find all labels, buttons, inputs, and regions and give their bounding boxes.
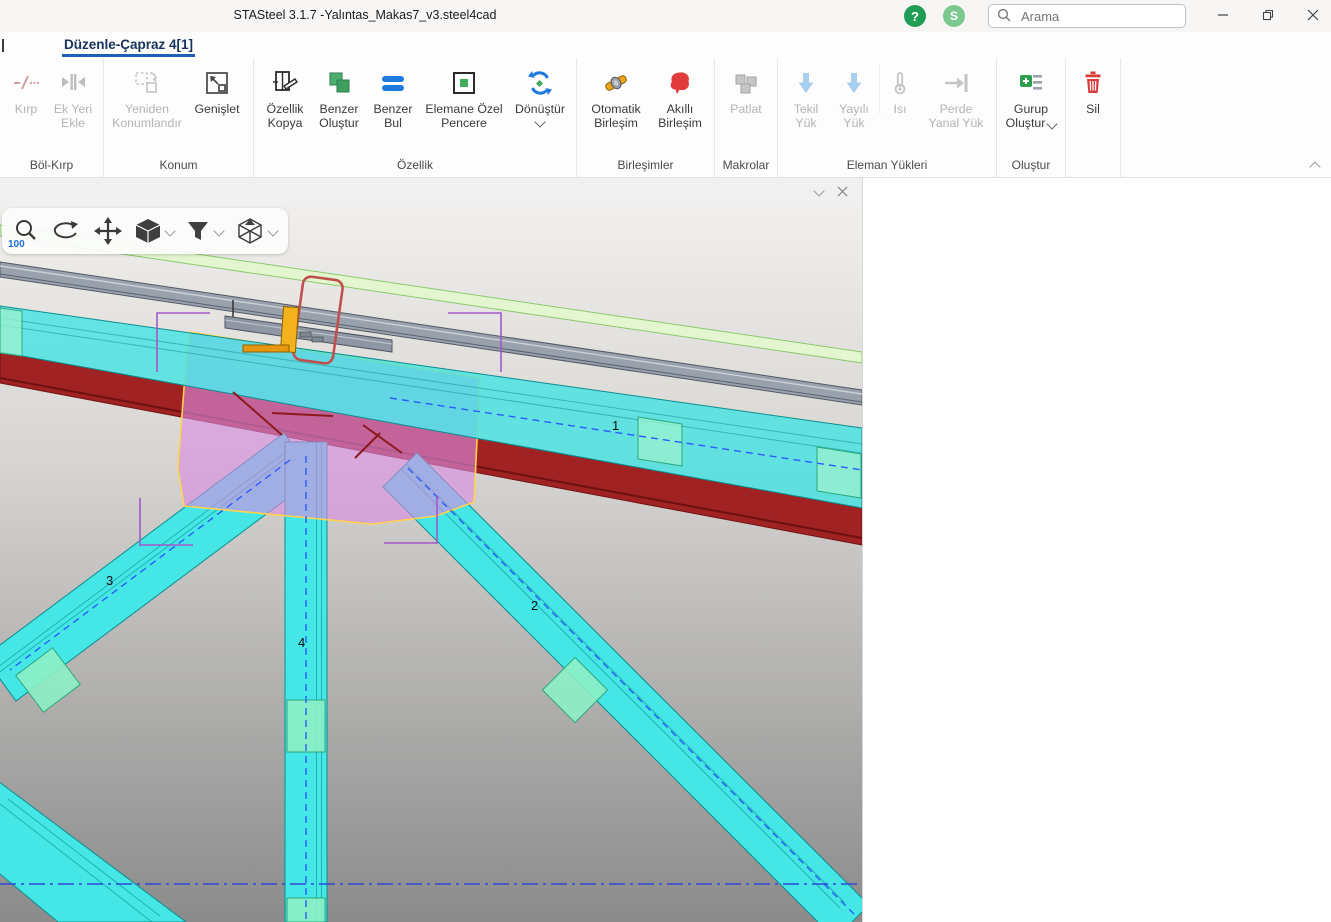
tab-row: Düzenle-Çapraz 4[1] (0, 32, 1331, 58)
viewport-pane: 1 2 3 4 100 (0, 178, 862, 922)
ribbon-collapse-icon[interactable] (1309, 161, 1320, 172)
group-create-icon (1017, 67, 1045, 99)
point-load-arrow-icon (792, 67, 820, 99)
chevron-down-icon (213, 225, 224, 236)
property-copy-icon (271, 67, 299, 99)
help-icon: ? (911, 9, 919, 24)
ribbon-group-konum: Yeniden Konumlandır Genişlet Konum (104, 58, 254, 177)
otomatik-birlesim-button[interactable]: Otomatik Birleşim (582, 62, 650, 130)
properties-panel: Çapraz 4 ID:12399 26 Ara Çapraz Levhası (862, 178, 1331, 922)
ozellik-kopya-button[interactable]: Özellik Kopya (259, 62, 311, 130)
3d-canvas[interactable]: 1 2 3 4 100 (0, 204, 862, 922)
yayili-yuk-button[interactable]: Yayılı Yük (830, 62, 878, 130)
element-window-icon (450, 67, 478, 99)
ribbon-group-ozellik: Özellik Kopya Benzer Oluştur Benzer Bul … (254, 58, 577, 177)
explode-icon (732, 67, 760, 99)
ribbon-group-bol-kirp: Kırp Ek Yeri Ekle Böl-Kırp (0, 58, 104, 177)
ribbon-group-birlesimler: Otomatik Birleşim Akıllı Birleşim Birleş… (577, 58, 715, 177)
maximize-button[interactable] (1250, 0, 1286, 30)
view-orientation-tool[interactable] (232, 216, 280, 246)
pane-close-icon[interactable] (837, 186, 848, 197)
perde-yanal-yuk-button[interactable]: Perde Yanal Yük (921, 62, 991, 130)
view-toolbar: 100 (2, 208, 288, 254)
chevron-down-icon (164, 225, 175, 236)
3d-scene: 1 2 3 4 (0, 204, 862, 922)
ribbon-group-olustur: Gurup Oluştur Oluştur (997, 58, 1066, 177)
title-bar: STASteel 3.1.7 -Yalıntas_Makas7_v3.steel… (0, 0, 1331, 32)
gurup-olustur-button[interactable]: Gurup Oluştur (1002, 62, 1060, 130)
zoom-level: 100 (8, 239, 25, 250)
close-button[interactable] (1295, 0, 1331, 30)
smart-bubble-icon (666, 67, 694, 99)
tekil-yuk-button[interactable]: Tekil Yük (783, 62, 829, 130)
tab-duzenle-capraz[interactable]: Düzenle-Çapraz 4[1] (62, 35, 195, 57)
akilli-birlesim-button[interactable]: Akıllı Birleşim (651, 62, 709, 130)
help-button[interactable]: ? (904, 5, 926, 27)
shading-mode-tool[interactable] (132, 217, 176, 245)
member-label-4: 4 (298, 635, 305, 650)
zoom-tool[interactable]: 100 (10, 218, 42, 244)
restore-icon (1262, 9, 1274, 21)
ribbon-group-eleman-yukleri: Tekil Yük Yayılı Yük Isı Perde Yanal Yük (778, 58, 997, 177)
minimize-button[interactable] (1205, 0, 1241, 30)
ek-yeri-ekle-button[interactable]: Ek Yeri Ekle (48, 62, 98, 130)
orbit-tool[interactable] (48, 220, 84, 242)
member-label-2: 2 (531, 598, 538, 613)
thermometer-icon (886, 67, 914, 99)
chevron-down-icon (534, 116, 545, 127)
elemane-ozel-pencere-button[interactable]: Elemane Özel Pencere (420, 62, 508, 130)
kirp-button[interactable]: Kırp (5, 62, 47, 116)
global-search[interactable] (988, 4, 1186, 28)
donustur-button[interactable]: Dönüştür (509, 62, 571, 126)
ribbon-group-sil: Sil (1066, 58, 1121, 177)
lateral-load-icon (942, 67, 970, 99)
window-title: STASteel 3.1.7 -Yalıntas_Makas7_v3.steel… (200, 8, 530, 22)
splice-add-icon (59, 67, 87, 99)
member-label-3: 3 (106, 573, 113, 588)
viewport-pane-header (0, 178, 862, 204)
pane-collapse-icon[interactable] (813, 185, 824, 196)
tab-fragment[interactable] (2, 39, 4, 52)
ribbon-group-makrolar: Patlat Makrolar (715, 58, 778, 177)
avatar[interactable]: S (943, 5, 965, 27)
yeniden-konumlandir-button[interactable]: Yeniden Konumlandır (109, 62, 185, 130)
extend-icon (203, 67, 231, 99)
filter-tool[interactable] (182, 218, 226, 244)
minimize-icon (1217, 9, 1229, 21)
create-similar-icon (325, 67, 353, 99)
member-label-1: 1 (612, 418, 619, 433)
genislet-button[interactable]: Genişlet (186, 62, 248, 116)
reposition-icon (133, 67, 161, 99)
find-similar-icon (379, 67, 407, 99)
main-area: 1 2 3 4 100 (0, 178, 1331, 922)
sil-button[interactable]: Sil (1071, 62, 1115, 116)
isi-button[interactable]: Isı (879, 62, 920, 116)
distributed-load-arrow-icon (840, 67, 868, 99)
search-icon (997, 8, 1011, 25)
chevron-down-icon (267, 225, 278, 236)
benzer-bul-button[interactable]: Benzer Bul (367, 62, 419, 130)
search-input[interactable] (1019, 8, 1163, 25)
ribbon: Kırp Ek Yeri Ekle Böl-Kırp Yeniden Konum… (0, 58, 1331, 178)
benzer-olustur-button[interactable]: Benzer Oluştur (312, 62, 366, 130)
chevron-down-icon (1047, 118, 1058, 129)
trim-icon (12, 67, 40, 99)
patlat-button[interactable]: Patlat (720, 62, 772, 116)
bolt-icon (601, 67, 631, 99)
trash-icon (1079, 67, 1107, 99)
pan-tool[interactable] (90, 217, 126, 245)
convert-icon (526, 67, 554, 99)
close-icon (1307, 9, 1319, 21)
